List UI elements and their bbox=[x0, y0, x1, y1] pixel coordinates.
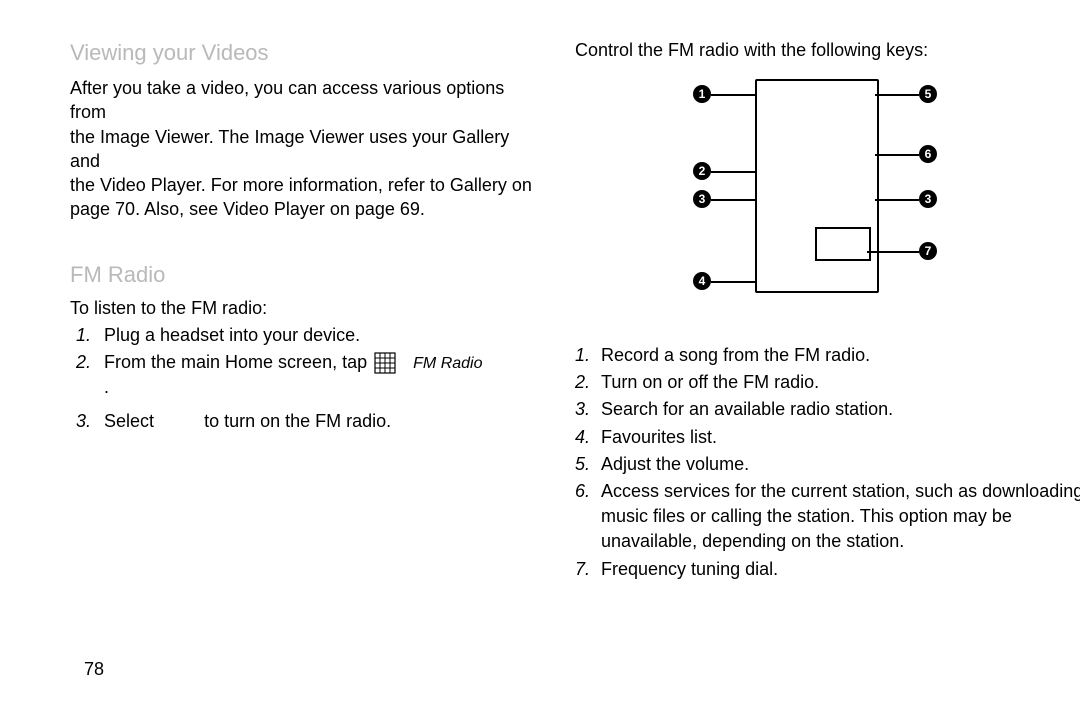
para1-line4: page 70. Also, see Video Player on page … bbox=[70, 199, 425, 219]
key-number: 7. bbox=[575, 557, 601, 582]
lead-line bbox=[711, 281, 755, 283]
step2-dot: . bbox=[104, 377, 109, 397]
lead-line bbox=[711, 199, 755, 201]
step-number: 3. bbox=[70, 409, 104, 434]
paragraph-videos: After you take a video, you can access v… bbox=[70, 76, 540, 222]
key-text: Adjust the volume. bbox=[601, 452, 1080, 477]
callout-1: 1 bbox=[693, 85, 711, 103]
fm-radio-icon-label: FM Radio bbox=[413, 355, 482, 372]
key-number: 2. bbox=[575, 370, 601, 395]
callout-3-left: 3 bbox=[693, 190, 711, 208]
apps-grid-icon bbox=[374, 352, 396, 374]
para1-line1: After you take a video, you can access v… bbox=[70, 78, 504, 122]
step-text: Select to turn on the FM radio. bbox=[104, 409, 540, 434]
key-text: Favourites list. bbox=[601, 425, 1080, 450]
page: Viewing your Videos After you take a vid… bbox=[0, 0, 1080, 720]
callout-6: 6 bbox=[919, 145, 937, 163]
control-keys-intro: Control the FM radio with the following … bbox=[575, 40, 1080, 61]
key-number: 5. bbox=[575, 452, 601, 477]
step-number: 1. bbox=[70, 323, 104, 348]
list-item: 6. Access services for the current stati… bbox=[575, 479, 1080, 555]
fm-radio-steps: 1. Plug a headset into your device. 2. F… bbox=[70, 323, 540, 434]
key-number: 1. bbox=[575, 343, 601, 368]
callout-7: 7 bbox=[919, 242, 937, 260]
step-text: Plug a headset into your device. bbox=[104, 323, 540, 348]
key-text: Frequency tuning dial. bbox=[601, 557, 1080, 582]
step-text: From the main Home screen, tap FM Rad bbox=[104, 350, 540, 401]
list-item: 4. Favourites list. bbox=[575, 425, 1080, 450]
lead-line bbox=[711, 171, 755, 173]
inner-box bbox=[815, 227, 871, 261]
heading-fm-radio: FM Radio bbox=[70, 262, 540, 288]
list-item: 7. Frequency tuning dial. bbox=[575, 557, 1080, 582]
lead-line bbox=[711, 94, 755, 96]
step2-part-a: From the main Home screen, tap bbox=[104, 352, 367, 372]
list-item: 2. Turn on or off the FM radio. bbox=[575, 370, 1080, 395]
callout-2: 2 bbox=[693, 162, 711, 180]
right-column: Control the FM radio with the following … bbox=[575, 40, 1080, 584]
list-item: 3. Select to turn on the FM radio. bbox=[70, 409, 540, 434]
key-text: Record a song from the FM radio. bbox=[601, 343, 1080, 368]
para1-line3: the Video Player. For more information, … bbox=[70, 175, 532, 195]
callout-3-right: 3 bbox=[919, 190, 937, 208]
heading-viewing-your-videos: Viewing your Videos bbox=[70, 40, 540, 66]
step-number: 2. bbox=[70, 350, 104, 375]
key-text: Search for an available radio station. bbox=[601, 397, 1080, 422]
lead-line bbox=[867, 251, 919, 253]
step3-part-b: to turn on the FM radio. bbox=[204, 411, 391, 431]
list-item: 5. Adjust the volume. bbox=[575, 452, 1080, 477]
key-text: Turn on or off the FM radio. bbox=[601, 370, 1080, 395]
key-descriptions: 1. Record a song from the FM radio. 2. T… bbox=[575, 343, 1080, 582]
key-number: 3. bbox=[575, 397, 601, 422]
lead-line bbox=[875, 154, 919, 156]
key-number: 4. bbox=[575, 425, 601, 450]
list-item: 1. Record a song from the FM radio. bbox=[575, 343, 1080, 368]
left-column: Viewing your Videos After you take a vid… bbox=[70, 40, 540, 436]
fm-radio-intro: To listen to the FM radio: bbox=[70, 298, 540, 319]
para1-line2: the Image Viewer. The Image Viewer uses … bbox=[70, 127, 509, 171]
list-item: 3. Search for an available radio station… bbox=[575, 397, 1080, 422]
list-item: 2. From the main Home screen, tap bbox=[70, 350, 540, 401]
step3-part-a: Select bbox=[104, 411, 154, 431]
lead-line bbox=[875, 199, 919, 201]
list-item: 1. Plug a headset into your device. bbox=[70, 323, 540, 348]
callout-4: 4 bbox=[693, 272, 711, 290]
page-number: 78 bbox=[84, 659, 104, 680]
callout-5: 5 bbox=[919, 85, 937, 103]
fm-radio-diagram: 1 2 3 4 5 6 3 7 bbox=[675, 79, 975, 319]
key-number: 6. bbox=[575, 479, 601, 504]
lead-line bbox=[875, 94, 919, 96]
key-text: Access services for the current station,… bbox=[601, 479, 1080, 555]
